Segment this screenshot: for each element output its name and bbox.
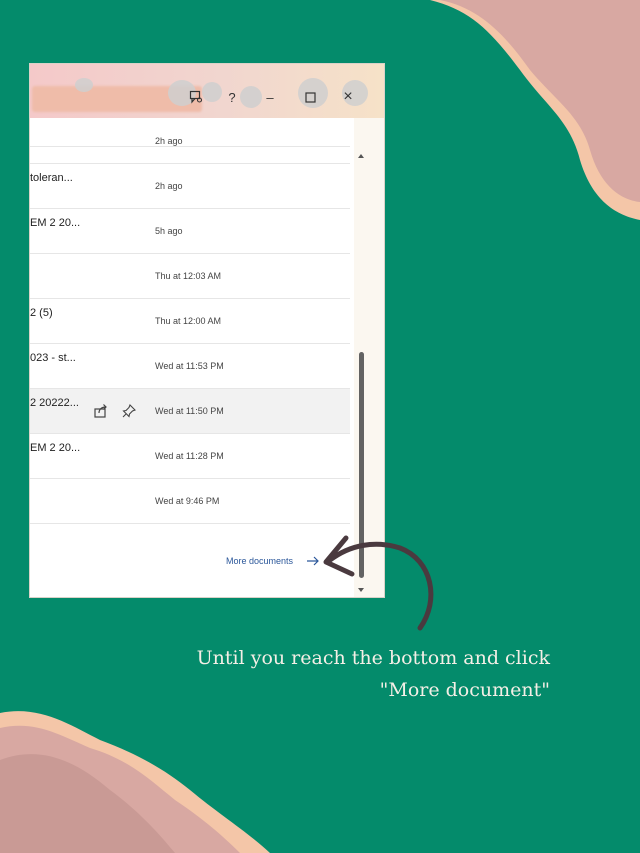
scrollbar-thumb[interactable] [359, 352, 364, 578]
document-name: EM 2 20... [30, 217, 81, 229]
document-row[interactable]: Wed at 9:46 PM [30, 479, 350, 524]
more-documents-link[interactable]: More documents [226, 556, 293, 566]
maximize-button[interactable] [298, 85, 322, 109]
document-row[interactable]: EM 2 20... Wed at 11:28 PM [30, 434, 350, 479]
maximize-icon [304, 91, 316, 103]
document-row[interactable]: 2h ago [30, 119, 350, 164]
document-name: EM 2 20... [30, 442, 81, 454]
decorative-sticker [75, 78, 93, 92]
vertical-scrollbar[interactable] [357, 152, 365, 594]
document-time: Thu at 12:03 AM [155, 271, 222, 281]
scroll-down-icon[interactable] [357, 586, 365, 594]
document-row[interactable]: toleran... 2h ago [30, 164, 350, 209]
pin-icon[interactable] [121, 403, 137, 419]
share-icon[interactable] [93, 403, 109, 419]
document-row-hovered[interactable]: 2 20222... Wed at 11:50 PM [30, 389, 350, 434]
help-label: ? [228, 89, 236, 105]
document-time: Wed at 11:50 PM [155, 406, 224, 416]
document-time: Wed at 11:53 PM [155, 361, 224, 371]
document-time: Wed at 11:28 PM [155, 451, 224, 461]
document-row[interactable]: 023 - st... Wed at 11:53 PM [30, 344, 350, 389]
document-name: 023 - st... [30, 352, 76, 364]
document-time: Thu at 12:00 AM [155, 316, 222, 326]
recent-documents-list: 2h ago toleran... 2h ago EM 2 20... 5h a… [30, 118, 350, 524]
caption-line-1: Until you reach the bottom and click [196, 647, 550, 669]
close-button[interactable]: × [336, 85, 360, 109]
minimize-button[interactable]: – [258, 85, 282, 109]
scroll-up-icon[interactable] [357, 152, 365, 160]
document-row[interactable]: 2 (5) Thu at 12:00 AM [30, 299, 350, 344]
document-time: 2h ago [155, 181, 183, 191]
document-name: 2 (5) [30, 307, 53, 319]
top-right-blob [440, 0, 640, 202]
caption-line-2: "More document" [379, 679, 550, 701]
document-time: 5h ago [155, 226, 183, 236]
instruction-caption: Until you reach the bottom and click "Mo… [197, 642, 550, 706]
recent-documents-window: ? – × 2h ago toleran... 2h ago EM 2 20..… [30, 64, 384, 597]
arrow-right-icon[interactable] [306, 555, 320, 567]
document-row[interactable]: Thu at 12:03 AM [30, 254, 350, 299]
document-row[interactable]: EM 2 20... 5h ago [30, 209, 350, 254]
document-name: 2 20222... [30, 397, 79, 409]
feedback-button[interactable] [184, 85, 208, 109]
help-button[interactable]: ? [220, 85, 244, 109]
close-label: × [343, 88, 353, 105]
minimize-label: – [266, 89, 274, 105]
document-name: toleran... [30, 172, 73, 184]
feedback-icon [189, 90, 203, 104]
title-bar: ? – × [30, 64, 384, 118]
document-time: 2h ago [155, 136, 183, 146]
document-time: Wed at 9:46 PM [155, 496, 220, 506]
